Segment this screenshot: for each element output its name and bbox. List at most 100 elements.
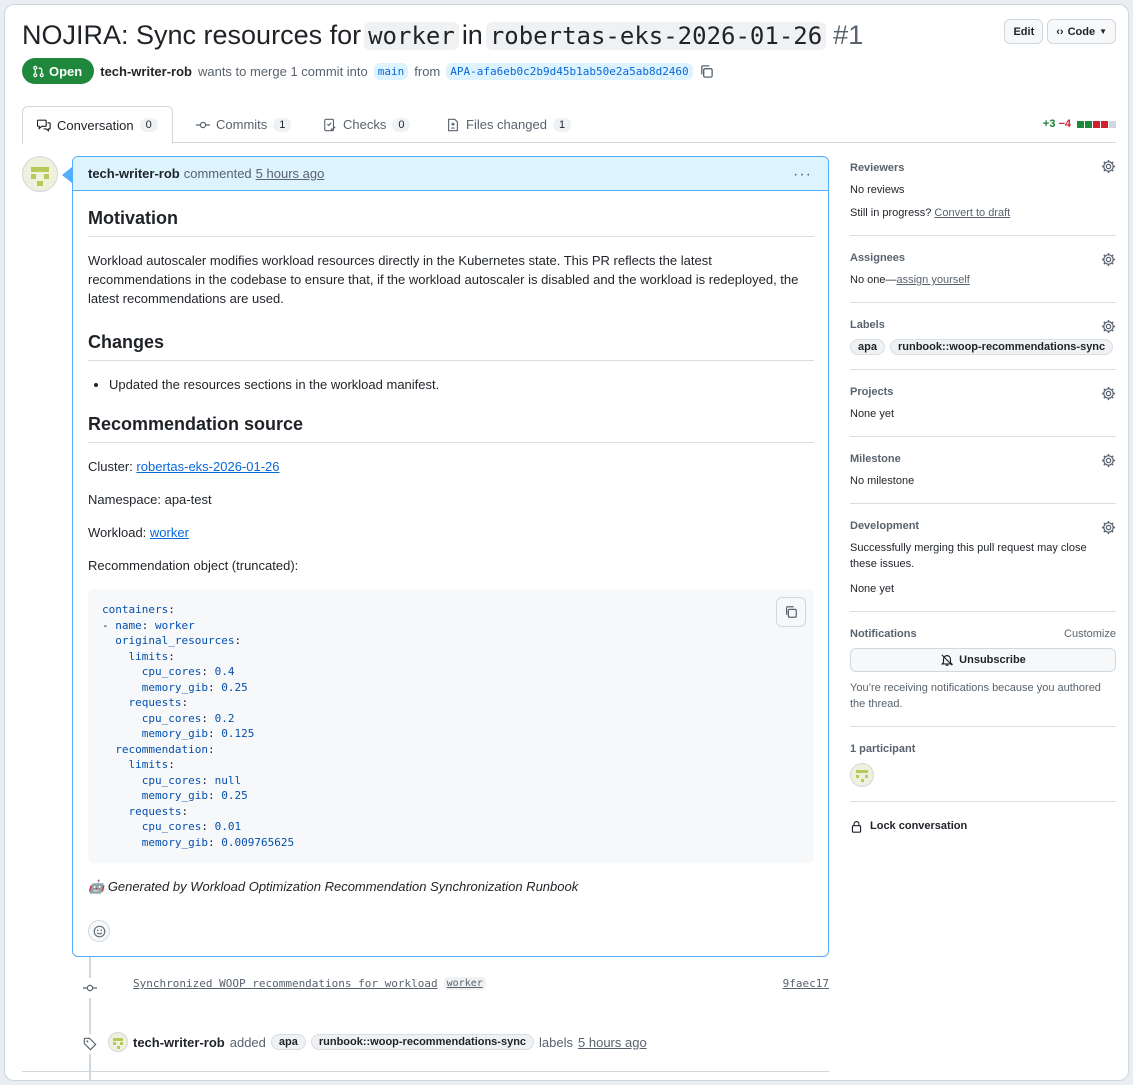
code-key: memory_gib xyxy=(141,727,208,740)
avatar[interactable] xyxy=(108,1032,128,1052)
label-chip-runbook[interactable]: runbook::woop-recommendations-sync xyxy=(310,1034,535,1050)
edit-label: Edit xyxy=(1013,25,1035,38)
label-chip-runbook[interactable]: runbook::woop-recommendations-sync xyxy=(889,339,1114,355)
milestone-heading[interactable]: Milestone xyxy=(850,453,1116,465)
code-line: - name: worker xyxy=(102,618,800,634)
tab-checks[interactable]: Checks 0 xyxy=(309,106,424,143)
code-key: memory_gib xyxy=(141,680,208,694)
timeline-divider xyxy=(22,1071,829,1072)
code-sep: : xyxy=(181,696,189,709)
pr-title: NOJIRA: Sync resources for worker in robert… xyxy=(22,17,863,54)
code-line: containers: xyxy=(102,602,800,618)
lock-icon xyxy=(851,820,862,833)
merge-text: wants to merge 1 commit into xyxy=(197,63,368,79)
customize-link[interactable]: Customize xyxy=(1064,628,1116,640)
tab-files-count: 1 xyxy=(552,117,572,132)
tab-checks-count: 0 xyxy=(392,117,411,132)
sidebar-participants: 1 participant xyxy=(850,727,1116,802)
copy-code-button[interactable] xyxy=(776,597,806,627)
comment-action: commented xyxy=(183,166,252,181)
avatar-pixel xyxy=(116,1046,120,1049)
triangle-down-icon: ▼ xyxy=(1099,27,1107,36)
diffstat-additions: +3 xyxy=(1042,118,1056,130)
comment-timestamp[interactable]: 5 hours ago xyxy=(256,166,325,181)
bell-slash-icon xyxy=(940,654,954,666)
diffstat-block-add xyxy=(1085,120,1092,128)
reviewers-value: No reviews xyxy=(850,184,905,196)
code-sep: : xyxy=(181,804,189,818)
code-value: 0.009765625 xyxy=(221,835,295,849)
code-button[interactable]: ‹› Code ▼ xyxy=(1047,19,1116,44)
gear-icon[interactable] xyxy=(1101,159,1116,174)
notifications-reason: You’re receiving notifications because y… xyxy=(850,682,1101,710)
changes-heading: Changes xyxy=(88,330,814,361)
development-heading[interactable]: Development xyxy=(850,520,1116,532)
base-branch[interactable]: main xyxy=(373,62,409,80)
workload-link[interactable]: worker xyxy=(150,525,189,540)
labels-heading[interactable]: Labels xyxy=(850,319,1116,331)
code-key: cpu_cores xyxy=(141,711,202,725)
reviewers-heading[interactable]: Reviewers xyxy=(850,162,1116,174)
recommendation-intro: Recommendation object (truncated): xyxy=(88,558,299,573)
diffstat-block-del xyxy=(1101,120,1108,128)
pr-tabs: Conversation 0 Commits 1 Checks 0 Files … xyxy=(22,106,1116,144)
convert-to-draft-link[interactable]: Convert to draft xyxy=(934,207,1010,219)
commit-message-code[interactable]: worker xyxy=(443,977,486,990)
sidebar-notifications: Notifications Customize Unsubscribe You’… xyxy=(850,612,1116,727)
code-value: 0.125 xyxy=(221,727,255,740)
code-lines: containers: - name: worker original_resou… xyxy=(102,602,800,850)
code-value: null xyxy=(214,773,242,787)
gear-icon[interactable] xyxy=(1101,386,1116,401)
tab-files-changed[interactable]: Files changed 1 xyxy=(432,106,585,143)
label-event-author-link[interactable]: tech-writer-rob xyxy=(133,1035,225,1050)
sidebar-reviewers: Reviewers No reviews Still in progress? … xyxy=(850,156,1116,236)
avatar-pixel xyxy=(113,1042,116,1045)
gear-icon[interactable] xyxy=(1101,319,1116,334)
git-commit-icon xyxy=(196,121,210,128)
code-line: cpu_cores: 0.01 xyxy=(102,819,800,835)
code-key: recommendation xyxy=(115,742,208,756)
unsubscribe-button[interactable]: Unsubscribe xyxy=(850,648,1116,672)
cluster-link[interactable]: robertas-eks-2026-01-26 xyxy=(136,459,279,474)
timeline-commit: Synchronized WOOP recommendations for wo… xyxy=(133,977,829,990)
commit-sha-link[interactable]: 9faec17 xyxy=(783,977,829,990)
tab-commits[interactable]: Commits 1 xyxy=(182,106,305,143)
comment-discussion-icon xyxy=(37,119,51,132)
comment-author-link[interactable]: tech-writer-rob xyxy=(88,166,180,181)
cluster-label: Cluster: xyxy=(88,459,133,474)
avatar[interactable] xyxy=(22,156,58,192)
avatar[interactable] xyxy=(850,763,874,787)
assign-yourself-link[interactable]: assign yourself xyxy=(896,274,969,286)
notifications-heading: Notifications Customize xyxy=(850,628,1116,640)
pr-author-link[interactable]: tech-writer-rob xyxy=(100,64,192,79)
commit-message-link[interactable]: Synchronized WOOP recommendations for wo… xyxy=(133,977,438,990)
projects-heading[interactable]: Projects xyxy=(850,386,1116,398)
gear-icon[interactable] xyxy=(1101,252,1116,267)
label-event-timestamp[interactable]: 5 hours ago xyxy=(578,1035,647,1050)
participants-heading-label: 1 participant xyxy=(850,743,916,755)
avatar-pixel xyxy=(113,1038,123,1041)
add-reaction-button[interactable] xyxy=(88,920,110,942)
kebab-horizontal-icon[interactable]: ··· xyxy=(793,166,812,184)
code-sep: : xyxy=(207,742,215,756)
from-text: from xyxy=(414,63,441,79)
head-branch[interactable]: APA-afa6eb0c2b9d45b1ab50e2a5ab8d2460 xyxy=(446,62,693,80)
lock-label: Lock conversation xyxy=(870,820,968,832)
tab-conversation-label: Conversation xyxy=(57,117,134,133)
code-key: containers xyxy=(102,603,169,616)
lock-conversation-button[interactable]: Lock conversation xyxy=(850,818,1116,834)
copy-icon[interactable] xyxy=(699,64,714,79)
code-key: cpu_cores xyxy=(141,773,202,787)
code-line: cpu_cores: 0.4 xyxy=(102,664,800,680)
gear-icon[interactable] xyxy=(1101,520,1116,535)
gear-icon[interactable] xyxy=(1101,453,1116,468)
assignees-heading[interactable]: Assignees xyxy=(850,252,1116,264)
edit-button[interactable]: Edit xyxy=(1004,19,1044,44)
label-chip-apa[interactable]: apa xyxy=(850,339,885,355)
sidebar-lock: Lock conversation xyxy=(850,802,1116,848)
assignees-heading-label: Assignees xyxy=(850,252,906,264)
label-chip-apa[interactable]: apa xyxy=(270,1034,306,1050)
code-sep: : xyxy=(168,649,175,663)
tab-conversation[interactable]: Conversation 0 xyxy=(22,106,173,144)
